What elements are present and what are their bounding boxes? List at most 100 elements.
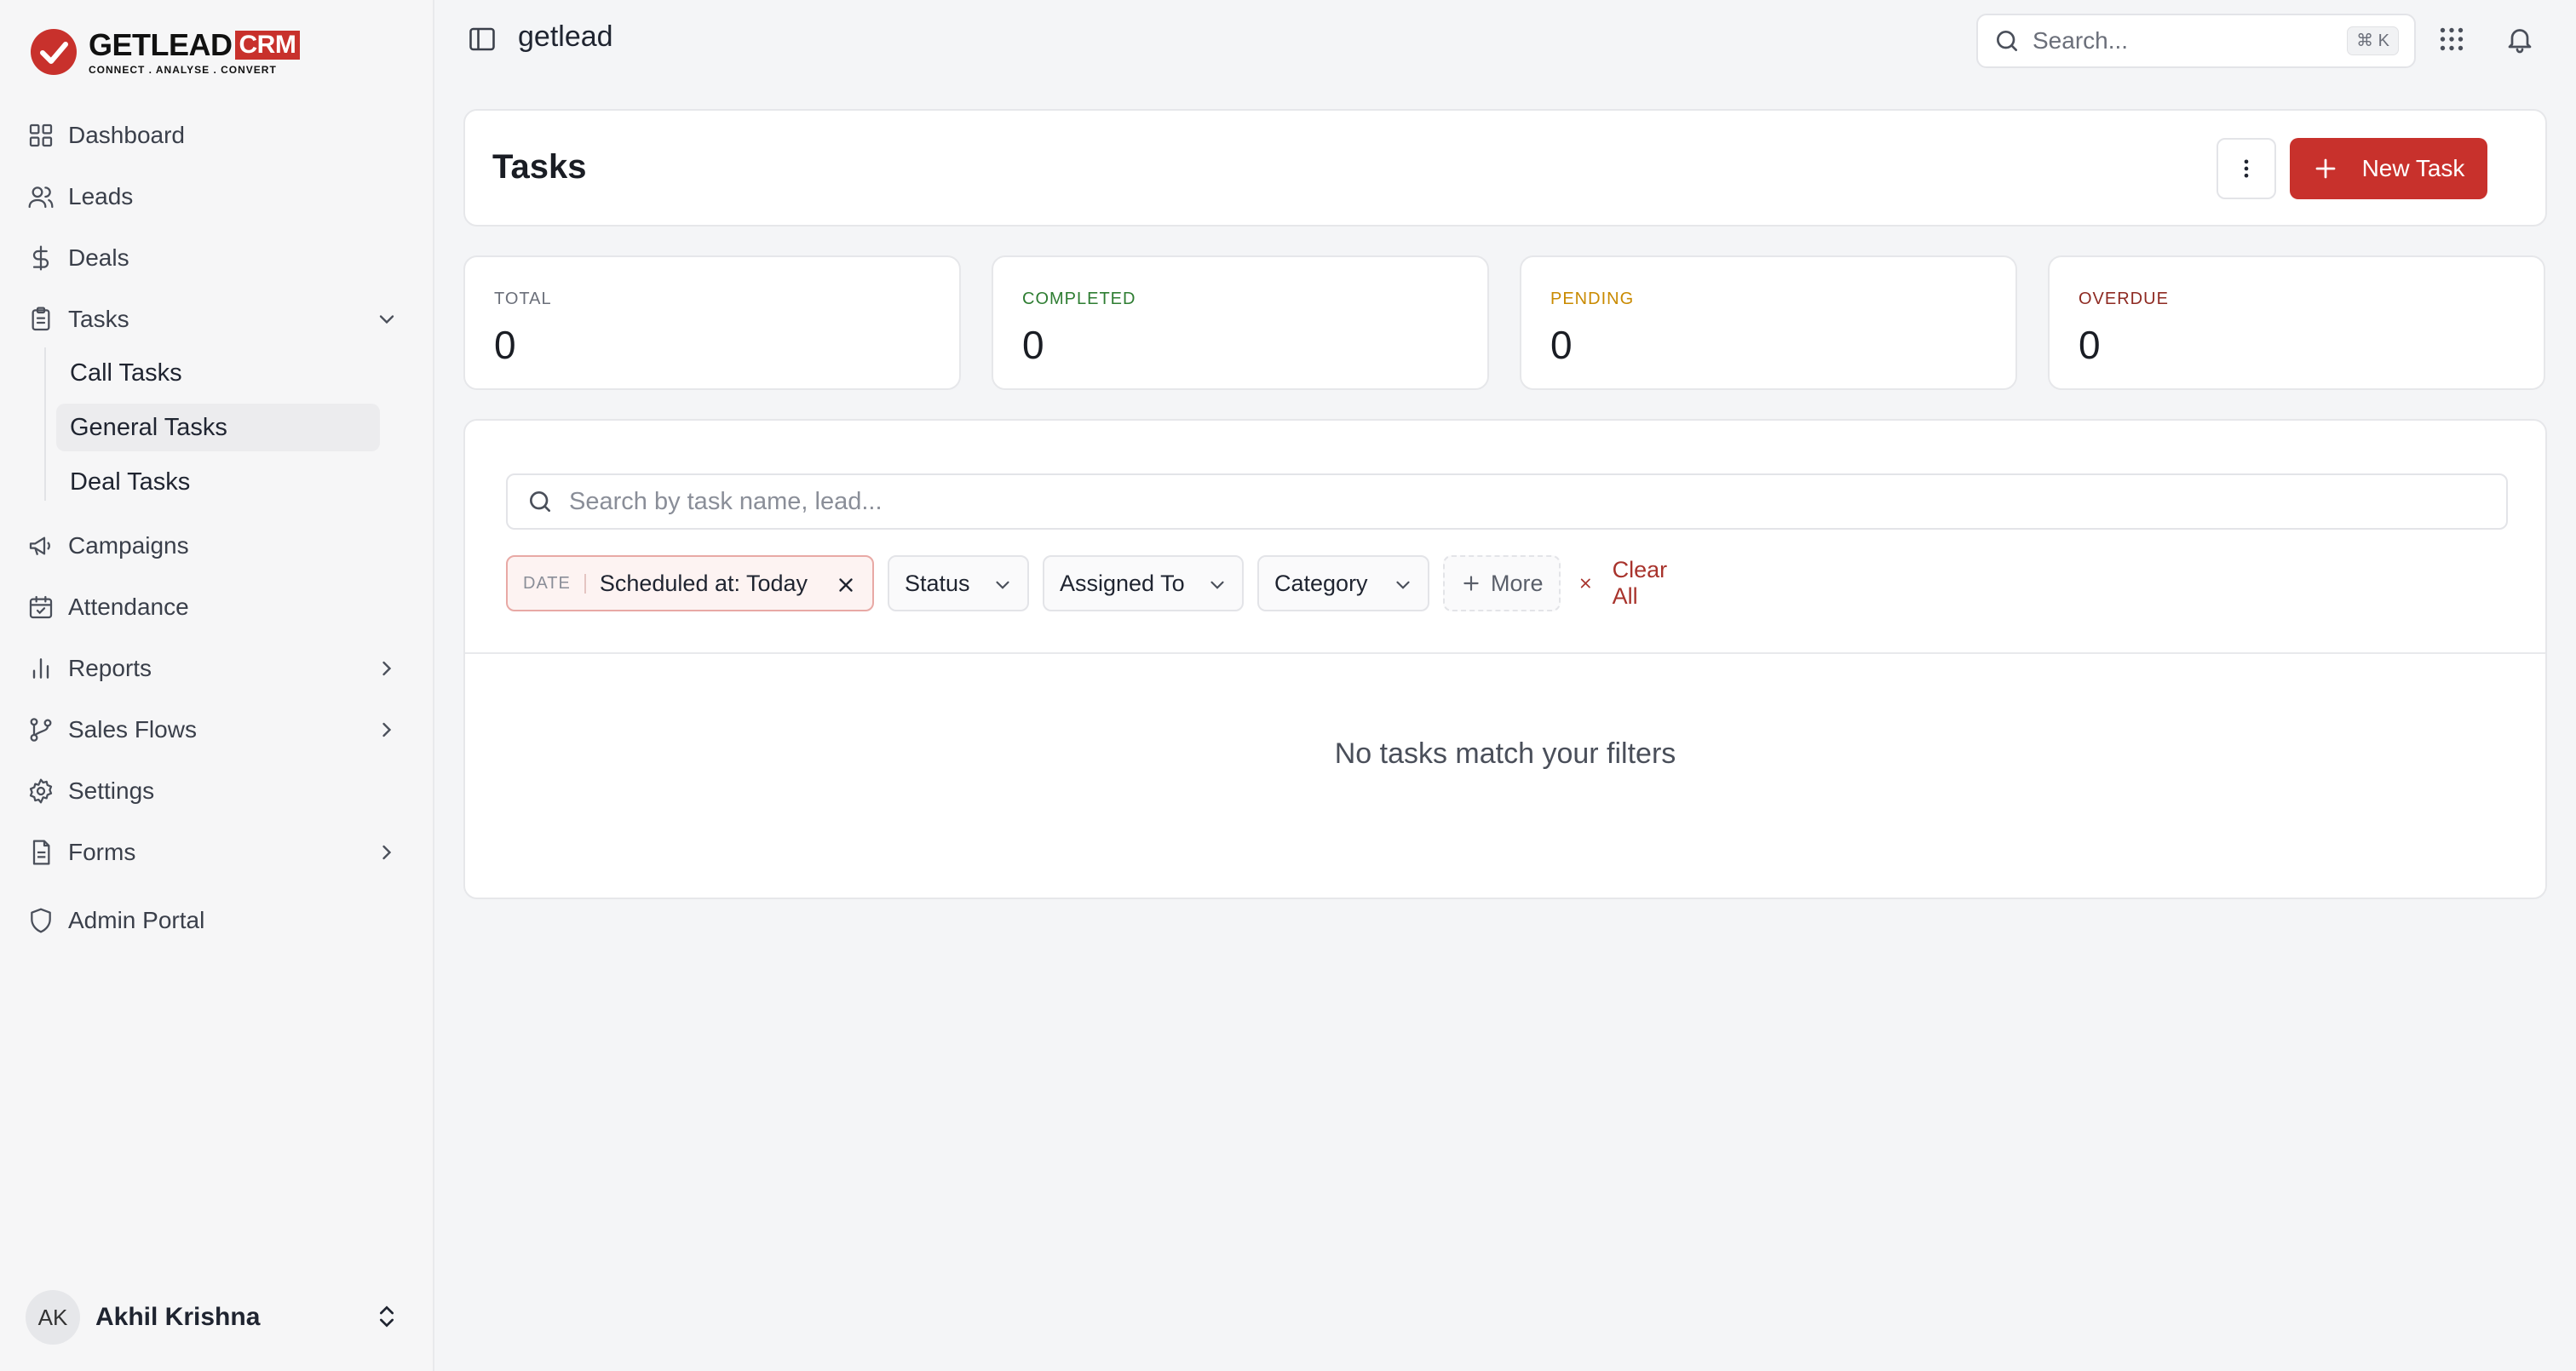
sidebar-item-label: Tasks bbox=[68, 306, 129, 332]
apps-grid-icon[interactable] bbox=[2436, 24, 2467, 54]
brand-logo[interactable]: GETLEAD CRM CONNECT . ANALYSE . CONVERT bbox=[29, 26, 301, 77]
chevron-down-icon bbox=[996, 581, 1009, 589]
user-menu[interactable]: AK Akhil Krishna bbox=[26, 1288, 411, 1347]
sidebar-item-reports[interactable]: Reports bbox=[24, 644, 411, 693]
sidebar-item-label: Reports bbox=[68, 655, 152, 681]
stat-card-completed: COMPLETED 0 bbox=[992, 255, 1489, 390]
sidebar-item-forms[interactable]: Forms bbox=[24, 828, 411, 877]
more-options-button[interactable] bbox=[2217, 138, 2276, 199]
sidebar-item-label: Deals bbox=[68, 244, 129, 271]
sidebar-item-admin-portal[interactable]: Admin Portal bbox=[24, 896, 411, 945]
users-icon bbox=[24, 180, 58, 214]
chevron-right-icon bbox=[382, 661, 392, 676]
bell-icon[interactable] bbox=[2504, 24, 2535, 54]
assigned-to-filter-dropdown[interactable]: Assigned To bbox=[1043, 555, 1244, 611]
shield-icon bbox=[24, 903, 58, 938]
close-icon[interactable] bbox=[835, 574, 857, 596]
main-content: getlead Search... ⌘ K Tasks New Task TOT… bbox=[434, 0, 2576, 1371]
sidebar-item-label: Campaigns bbox=[68, 532, 189, 559]
brand-crm: CRM bbox=[234, 30, 301, 60]
stat-card-pending: PENDING 0 bbox=[1520, 255, 2017, 390]
date-filter-value: Scheduled at: Today bbox=[599, 570, 808, 596]
sidebar-item-label: Leads bbox=[68, 183, 134, 209]
sidebar-item-deals[interactable]: Deals bbox=[24, 233, 411, 283]
stat-value: 0 bbox=[1550, 323, 1573, 367]
task-search-input[interactable]: Search by task name, lead... bbox=[506, 473, 2508, 530]
chevron-down-icon bbox=[1210, 581, 1224, 589]
stat-value: 0 bbox=[494, 323, 516, 367]
gear-icon bbox=[24, 774, 58, 808]
grid-icon bbox=[24, 118, 58, 152]
sidebar-subitem-call-tasks[interactable]: Call Tasks bbox=[56, 349, 380, 397]
chevron-right-icon bbox=[382, 845, 392, 860]
stat-card-total: TOTAL 0 bbox=[463, 255, 961, 390]
chevron-down-icon bbox=[379, 315, 394, 324]
sidebar-item-settings[interactable]: Settings bbox=[24, 766, 411, 816]
workspace-name: getlead bbox=[518, 20, 613, 53]
stat-card-overdue: OVERDUE 0 bbox=[2048, 255, 2545, 390]
sidebar-item-campaigns[interactable]: Campaigns bbox=[24, 521, 411, 571]
sidebar-subitem-deal-tasks[interactable]: Deal Tasks bbox=[56, 458, 380, 506]
chevron-down-icon bbox=[1396, 581, 1410, 589]
status-filter-dropdown[interactable]: Status bbox=[888, 555, 1029, 611]
plus-icon bbox=[1463, 576, 1479, 591]
empty-state-message: No tasks match your filters bbox=[1334, 737, 1676, 770]
search-icon bbox=[530, 491, 550, 512]
sidebar-item-attendance[interactable]: Attendance bbox=[24, 582, 411, 632]
page-header-card: Tasks New Task bbox=[463, 109, 2547, 227]
calendar-icon bbox=[24, 590, 58, 624]
sidebar-subitem-general-tasks[interactable]: General Tasks bbox=[56, 404, 380, 451]
task-search-placeholder: Search by task name, lead... bbox=[569, 487, 883, 515]
topbar: getlead Search... ⌘ K bbox=[434, 0, 2576, 82]
chevron-right-icon bbox=[382, 722, 392, 737]
user-name: Akhil Krishna bbox=[95, 1303, 261, 1331]
stat-label: OVERDUE bbox=[2079, 290, 2169, 308]
stat-label: PENDING bbox=[1550, 290, 1635, 308]
page-title: Tasks bbox=[492, 148, 587, 186]
stat-label: TOTAL bbox=[494, 290, 552, 308]
plus-icon bbox=[2315, 158, 2335, 179]
more-filters-button[interactable]: More bbox=[1443, 555, 1561, 611]
sidebar-item-label: Attendance bbox=[68, 594, 189, 620]
avatar: AK bbox=[26, 1290, 80, 1345]
stat-value: 0 bbox=[1022, 323, 1044, 367]
sidebar: GETLEAD CRM CONNECT . ANALYSE . CONVERT … bbox=[0, 0, 434, 1371]
git-branch-icon bbox=[24, 713, 58, 747]
bar-chart-icon bbox=[24, 651, 58, 686]
category-filter-dropdown[interactable]: Category bbox=[1257, 555, 1429, 611]
dollar-icon bbox=[24, 241, 58, 275]
search-icon bbox=[1997, 31, 2017, 51]
check-logo-icon bbox=[31, 29, 77, 75]
sidebar-toggle-icon[interactable] bbox=[467, 24, 497, 54]
brand-word: GETLEAD bbox=[89, 26, 233, 62]
kebab-icon bbox=[2244, 159, 2249, 178]
sidebar-item-leads[interactable]: Leads bbox=[24, 172, 411, 221]
submenu-rail bbox=[44, 347, 46, 501]
category-filter-label: Category bbox=[1274, 570, 1368, 596]
more-filters-label: More bbox=[1491, 570, 1544, 596]
global-search-input[interactable]: Search... ⌘ K bbox=[1976, 14, 2416, 68]
app-root: GETLEAD CRM CONNECT . ANALYSE . CONVERT … bbox=[0, 0, 2576, 1371]
global-search-placeholder: Search... bbox=[2033, 27, 2129, 54]
status-filter-label: Status bbox=[905, 570, 970, 596]
sidebar-item-dashboard[interactable]: Dashboard bbox=[24, 111, 411, 160]
clear-all-label: Clear All bbox=[1612, 557, 1668, 609]
brand-tagline: CONNECT . ANALYSE . CONVERT bbox=[89, 63, 277, 76]
task-list-card: Search by task name, lead... DATE Schedu… bbox=[463, 419, 2547, 899]
divider bbox=[465, 652, 2545, 654]
sidebar-item-label: Sales Flows bbox=[68, 716, 197, 743]
search-shortcut-badge: ⌘ K bbox=[2347, 26, 2399, 55]
sidebar-item-tasks[interactable]: Tasks bbox=[24, 295, 411, 344]
clear-all-filters-button[interactable]: Clear All bbox=[1578, 555, 1674, 611]
date-filter-chip[interactable]: DATE Scheduled at: Today bbox=[506, 555, 874, 611]
close-icon bbox=[1580, 578, 1590, 588]
stat-label: COMPLETED bbox=[1022, 290, 1136, 308]
megaphone-icon bbox=[24, 529, 58, 563]
new-task-label: New Task bbox=[2361, 155, 2465, 181]
stat-value: 0 bbox=[2079, 323, 2101, 367]
clipboard-icon bbox=[24, 302, 58, 336]
new-task-button[interactable]: New Task bbox=[2290, 138, 2487, 199]
sidebar-item-sales-flows[interactable]: Sales Flows bbox=[24, 705, 411, 754]
sidebar-item-label: Forms bbox=[68, 839, 136, 865]
assigned-to-filter-label: Assigned To bbox=[1060, 570, 1185, 596]
